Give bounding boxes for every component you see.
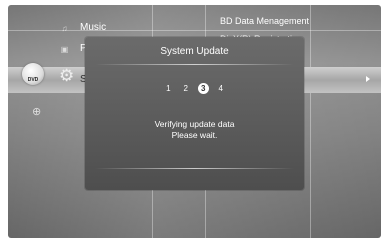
music-icon: ♫	[61, 24, 68, 33]
step-indicator: 1 2 3 4	[85, 80, 304, 98]
status-message: Verifying update data	[154, 119, 235, 129]
step-2: 2	[183, 84, 188, 94]
network-icon: ⊕	[32, 106, 42, 118]
photo-icon: ▣	[60, 45, 69, 54]
divider	[310, 5, 311, 238]
step-1: 1	[166, 84, 171, 94]
disc-label: DVD	[27, 77, 39, 83]
option-bd-data-management[interactable]: BD Data Menagement	[220, 16, 309, 26]
system-update-dialog: System Update 1 2 3 4 Verifying update d…	[85, 37, 304, 190]
divider	[95, 64, 294, 65]
gear-icon: ⚙	[59, 66, 75, 85]
menu-item-music[interactable]: Music	[80, 22, 106, 33]
divider	[95, 168, 294, 169]
status-submessage: Please wait.	[171, 130, 218, 140]
dialog-title: System Update	[160, 46, 229, 57]
step-3-active: 3	[197, 83, 209, 95]
chevron-right-icon	[366, 76, 370, 82]
step-4: 4	[218, 84, 223, 94]
